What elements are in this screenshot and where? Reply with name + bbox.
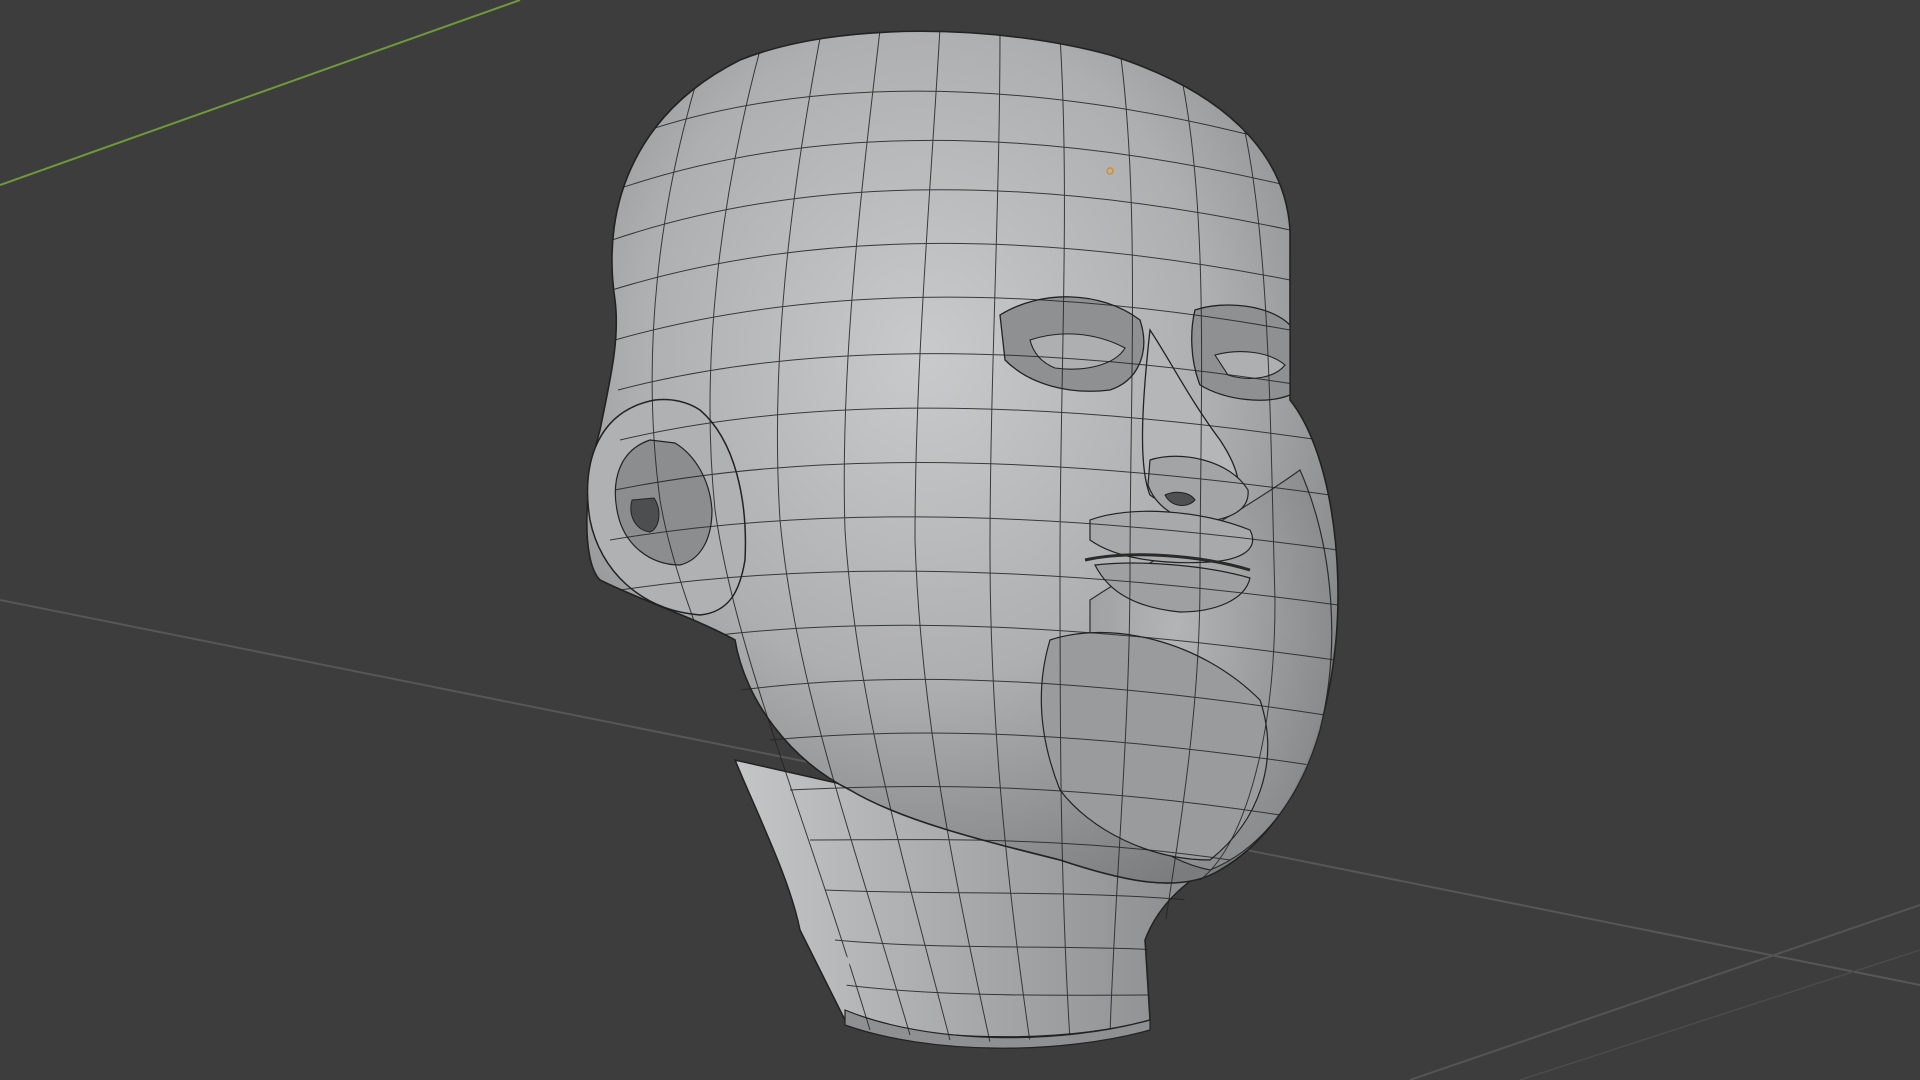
y-axis-line <box>0 0 521 186</box>
head-mesh[interactable] <box>586 28 1339 1049</box>
3d-viewport[interactable] <box>0 0 1920 1080</box>
grid-line <box>1519 949 1920 1080</box>
grid-line <box>1409 904 1920 1080</box>
viewport-canvas[interactable] <box>0 0 1920 1080</box>
